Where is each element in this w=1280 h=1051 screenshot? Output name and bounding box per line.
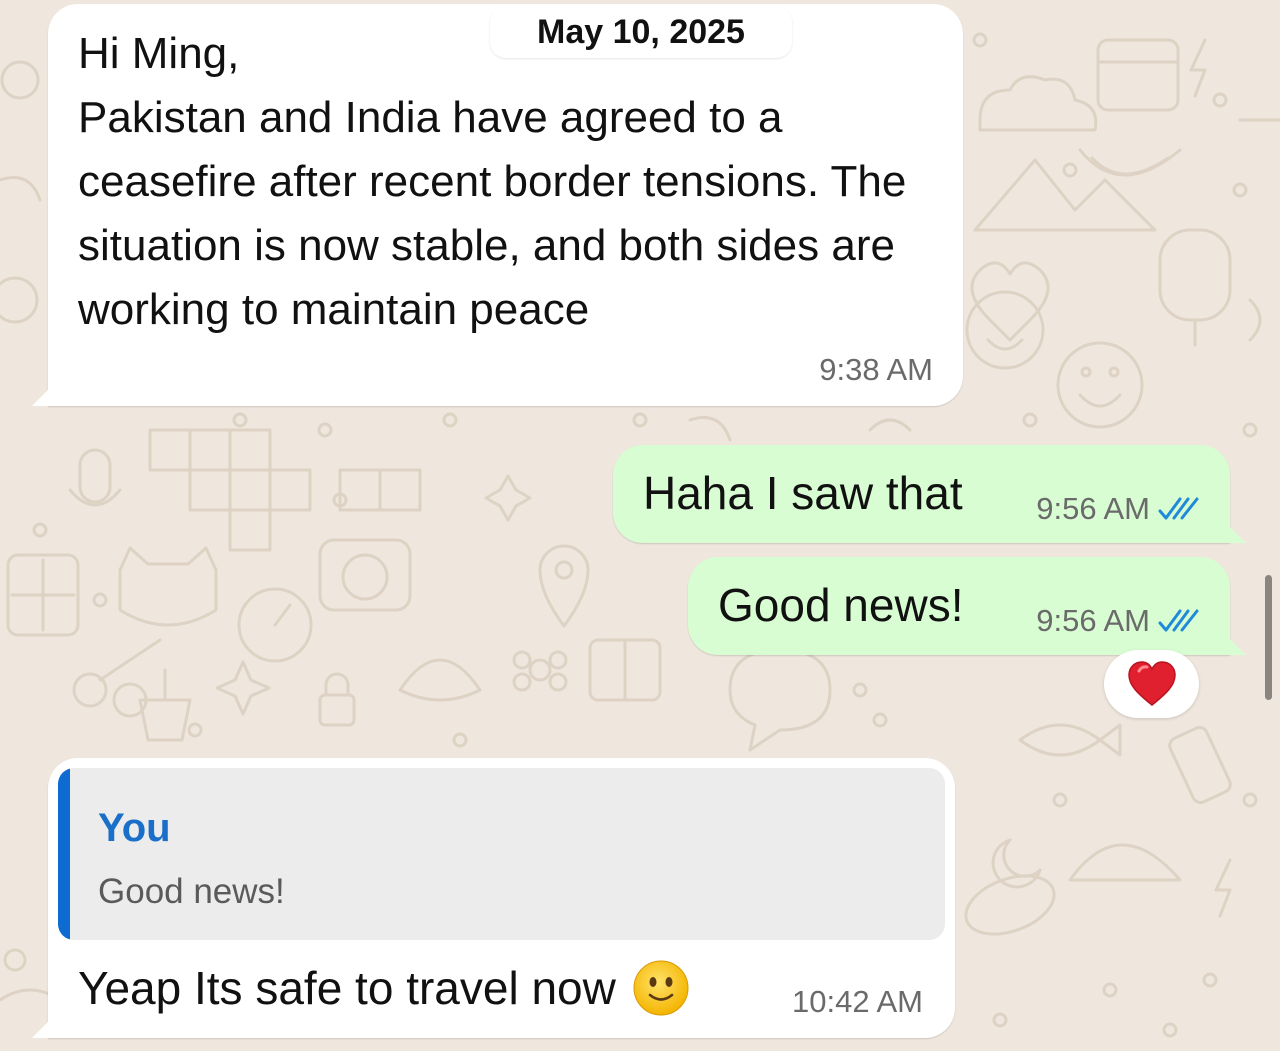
message-time: 10:42 AM <box>792 984 923 1019</box>
outgoing-message[interactable]: Good news! 9:56 AM <box>688 557 1246 655</box>
message-time: 9:38 AM <box>819 352 933 387</box>
message-text: Haha I saw that <box>643 467 963 519</box>
message-time: 9:56 AM <box>1036 603 1150 638</box>
scrollbar[interactable] <box>1265 575 1272 700</box>
incoming-reply-message[interactable]: You Good news! Yeap Its safe to travel n… <box>32 758 955 1038</box>
quote-author: You <box>98 806 171 850</box>
bubble-tail <box>1230 639 1246 655</box>
message-text: Yeap Its safe to travel now <box>78 962 616 1014</box>
quoted-message[interactable]: You Good news! <box>58 768 945 940</box>
message-meta: 9:56 AM <box>1036 491 1202 527</box>
message-text-row: Yeap Its safe to travel now <box>78 956 690 1020</box>
reaction-badge[interactable] <box>1104 650 1199 718</box>
message-text: Good news! <box>718 579 964 631</box>
slightly-smiling-face-icon <box>633 960 689 1016</box>
message-time: 9:56 AM <box>1036 491 1150 526</box>
quote-bar <box>58 768 70 940</box>
message-meta: 9:56 AM <box>1036 603 1202 639</box>
incoming-message[interactable]: Hi Ming, Pakistan and India have agreed … <box>32 4 963 406</box>
double-check-read-icon <box>1158 497 1199 520</box>
date-chip: May 10, 2025 <box>490 6 792 58</box>
message-text: Hi Ming, Pakistan and India have agreed … <box>78 29 907 334</box>
quote-text: Good news! <box>98 872 285 911</box>
red-heart-icon <box>1127 661 1176 706</box>
outgoing-message[interactable]: Haha I saw that 9:56 AM <box>613 445 1246 543</box>
bubble-tail <box>32 1022 48 1038</box>
bubble-tail <box>32 390 48 406</box>
bubble-tail <box>1230 527 1246 543</box>
double-check-read-icon <box>1158 609 1199 632</box>
